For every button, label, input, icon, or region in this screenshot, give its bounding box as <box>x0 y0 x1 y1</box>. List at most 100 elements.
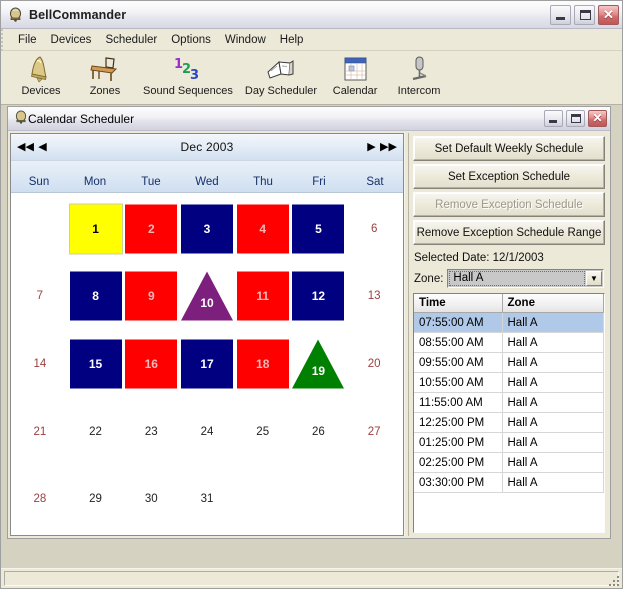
calendar-day-11[interactable]: 11 <box>235 263 291 331</box>
last-year-icon[interactable]: ▶▶ <box>380 139 397 156</box>
calendar-day-27[interactable]: 27 <box>346 398 402 466</box>
cell-zone: Hall A <box>502 432 604 453</box>
calendar-day-13[interactable]: 13 <box>346 263 402 331</box>
main-titlebar: BellCommander ✕ <box>1 1 622 29</box>
calendar-day-16[interactable]: 16 <box>123 330 179 398</box>
calendar-day-5[interactable]: 5 <box>291 195 347 263</box>
calendar-day-26[interactable]: 26 <box>291 398 347 466</box>
toolbar-label-intercom: Intercom <box>397 85 441 97</box>
schedule-table-body: 07:55:00 AM Hall A 08:55:00 AM Hall A 09:55:… <box>414 312 604 493</box>
table-row[interactable]: 11:55:00 AM Hall A <box>414 392 604 413</box>
table-row[interactable]: 01:25:00 PM Hall A <box>414 432 604 453</box>
calendar-day-10[interactable]: 10 <box>179 263 235 331</box>
child-maximize-button[interactable] <box>566 110 585 127</box>
day-header-mon: Mon <box>83 176 107 188</box>
calendar-day-17[interactable]: 17 <box>179 330 235 398</box>
calendar-day-2[interactable]: 2 <box>123 195 179 263</box>
calendar-day-25[interactable]: 25 <box>235 398 291 466</box>
calendar-day-30[interactable]: 30 <box>123 465 179 533</box>
remove-exception-schedule-range-button[interactable]: Remove Exception Schedule Range <box>413 220 605 245</box>
toolbar-button-sound-sequences[interactable]: 1 2 3 Sound Sequences <box>137 53 239 97</box>
menu-item-scheduler[interactable]: Scheduler <box>98 32 164 48</box>
menu-item-window[interactable]: Window <box>218 32 273 48</box>
calendar-day-6[interactable]: 6 <box>346 195 402 263</box>
set-exception-schedule-button[interactable]: Set Exception Schedule <box>413 164 605 189</box>
menu-item-file[interactable]: File <box>11 32 44 48</box>
toolbar-button-day-scheduler[interactable]: Day Scheduler <box>239 53 323 97</box>
day-number: 17 <box>200 356 214 371</box>
maximize-button[interactable] <box>574 4 595 25</box>
table-row[interactable]: 03:30:00 PM Hall A <box>414 472 604 493</box>
svg-text:3: 3 <box>190 68 199 83</box>
calendar-day-29[interactable]: 29 <box>68 465 124 533</box>
bell-app-icon <box>14 110 28 127</box>
next-month-icon[interactable]: ▶ <box>363 139 380 156</box>
calendar-day-31[interactable]: 31 <box>179 465 235 533</box>
table-row[interactable]: 12:25:00 PM Hall A <box>414 412 604 433</box>
minimize-button[interactable] <box>550 4 571 25</box>
toolbar-label-day-scheduler: Day Scheduler <box>244 85 318 97</box>
calendar-day-8[interactable]: 8 <box>68 263 124 331</box>
calendar-day-19[interactable]: 19 <box>291 330 347 398</box>
day-number: 30 <box>144 493 158 506</box>
close-button[interactable]: ✕ <box>598 4 619 25</box>
table-row[interactable]: 07:55:00 AM Hall A <box>414 312 604 333</box>
calendar-navigation-bar: ◀◀ ◀ Dec 2003 ▶ ▶▶ <box>11 134 403 161</box>
menubar: File Devices Scheduler Options Window He… <box>1 29 622 51</box>
main-window-buttons: ✕ <box>550 4 619 25</box>
menu-item-help[interactable]: Help <box>273 32 311 48</box>
day-number: 7 <box>36 290 44 303</box>
table-row[interactable]: 02:25:00 PM Hall A <box>414 452 604 473</box>
calendar-day-3[interactable]: 3 <box>179 195 235 263</box>
calendar-cell-empty <box>291 465 347 533</box>
calendar-day-7[interactable]: 7 <box>12 263 68 331</box>
calendar-day-12[interactable]: 12 <box>291 263 347 331</box>
schedule-table: Time Zone 07:55:00 AM Hall A 08:55:00 AM Ha… <box>414 294 604 493</box>
calendar-day-9[interactable]: 9 <box>123 263 179 331</box>
calendar-day-4[interactable]: 4 <box>235 195 291 263</box>
table-row[interactable]: 10:55:00 AM Hall A <box>414 372 604 393</box>
calendar-day-23[interactable]: 23 <box>123 398 179 466</box>
day-header-wed: Wed <box>195 176 219 188</box>
cell-time: 02:25:00 PM <box>414 452 503 473</box>
calendar-pane: ◀◀ ◀ Dec 2003 ▶ ▶▶ Sun Mon Tue Wed Thu F… <box>10 133 404 536</box>
zone-select[interactable]: Hall A ▼ <box>447 269 604 288</box>
zone-label: Zone: <box>414 272 444 285</box>
calendar-cell-empty <box>12 195 68 263</box>
statusbar <box>1 568 622 588</box>
calendar-day-18[interactable]: 18 <box>235 330 291 398</box>
table-row[interactable]: 09:55:00 AM Hall A <box>414 352 604 373</box>
calendar-day-21[interactable]: 21 <box>12 398 68 466</box>
column-header-time[interactable]: Time <box>414 294 503 313</box>
schedule-table-container[interactable]: Time Zone 07:55:00 AM Hall A 08:55:00 AM Ha… <box>413 293 605 533</box>
numbers-123-icon: 1 2 3 <box>171 54 205 84</box>
calendar-day-22[interactable]: 22 <box>68 398 124 466</box>
cell-time: 10:55:00 AM <box>414 372 503 393</box>
set-default-weekly-schedule-button[interactable]: Set Default Weekly Schedule <box>413 136 605 161</box>
day-number: 21 <box>33 425 47 438</box>
calendar-day-20[interactable]: 20 <box>346 330 402 398</box>
first-year-icon[interactable]: ◀◀ <box>17 139 34 156</box>
column-header-zone[interactable]: Zone <box>502 294 604 313</box>
calendar-day-15[interactable]: 15 <box>68 330 124 398</box>
menu-item-options[interactable]: Options <box>164 32 218 48</box>
menu-item-devices[interactable]: Devices <box>44 32 99 48</box>
chevron-down-icon[interactable]: ▼ <box>586 271 602 286</box>
prev-month-icon[interactable]: ◀ <box>34 139 51 156</box>
toolbar-button-calendar[interactable]: Calendar <box>323 53 387 97</box>
resize-grip[interactable] <box>606 573 619 586</box>
cell-time: 08:55:00 AM <box>414 332 503 353</box>
child-minimize-button[interactable] <box>544 110 563 127</box>
toolbar-button-zones[interactable]: Zones <box>73 53 137 97</box>
day-header-tue: Tue <box>141 176 161 188</box>
child-close-button[interactable]: ✕ <box>588 110 607 127</box>
calendar-day-28[interactable]: 28 <box>12 465 68 533</box>
child-window-body: ◀◀ ◀ Dec 2003 ▶ ▶▶ Sun Mon Tue Wed Thu F… <box>8 131 610 538</box>
calendar-day-24[interactable]: 24 <box>179 398 235 466</box>
toolbar-button-intercom[interactable]: Intercom <box>387 53 451 97</box>
calendar-grid: 1 2 3 4 5 6 7 8 9 10 11 12 13 14 15 16 17 18 19 20 21 22 23 24 2… <box>11 193 403 535</box>
table-row[interactable]: 08:55:00 AM Hall A <box>414 332 604 353</box>
toolbar-button-devices[interactable]: Devices <box>9 53 73 97</box>
calendar-day-1[interactable]: 1 <box>68 195 124 263</box>
calendar-day-14[interactable]: 14 <box>12 330 68 398</box>
